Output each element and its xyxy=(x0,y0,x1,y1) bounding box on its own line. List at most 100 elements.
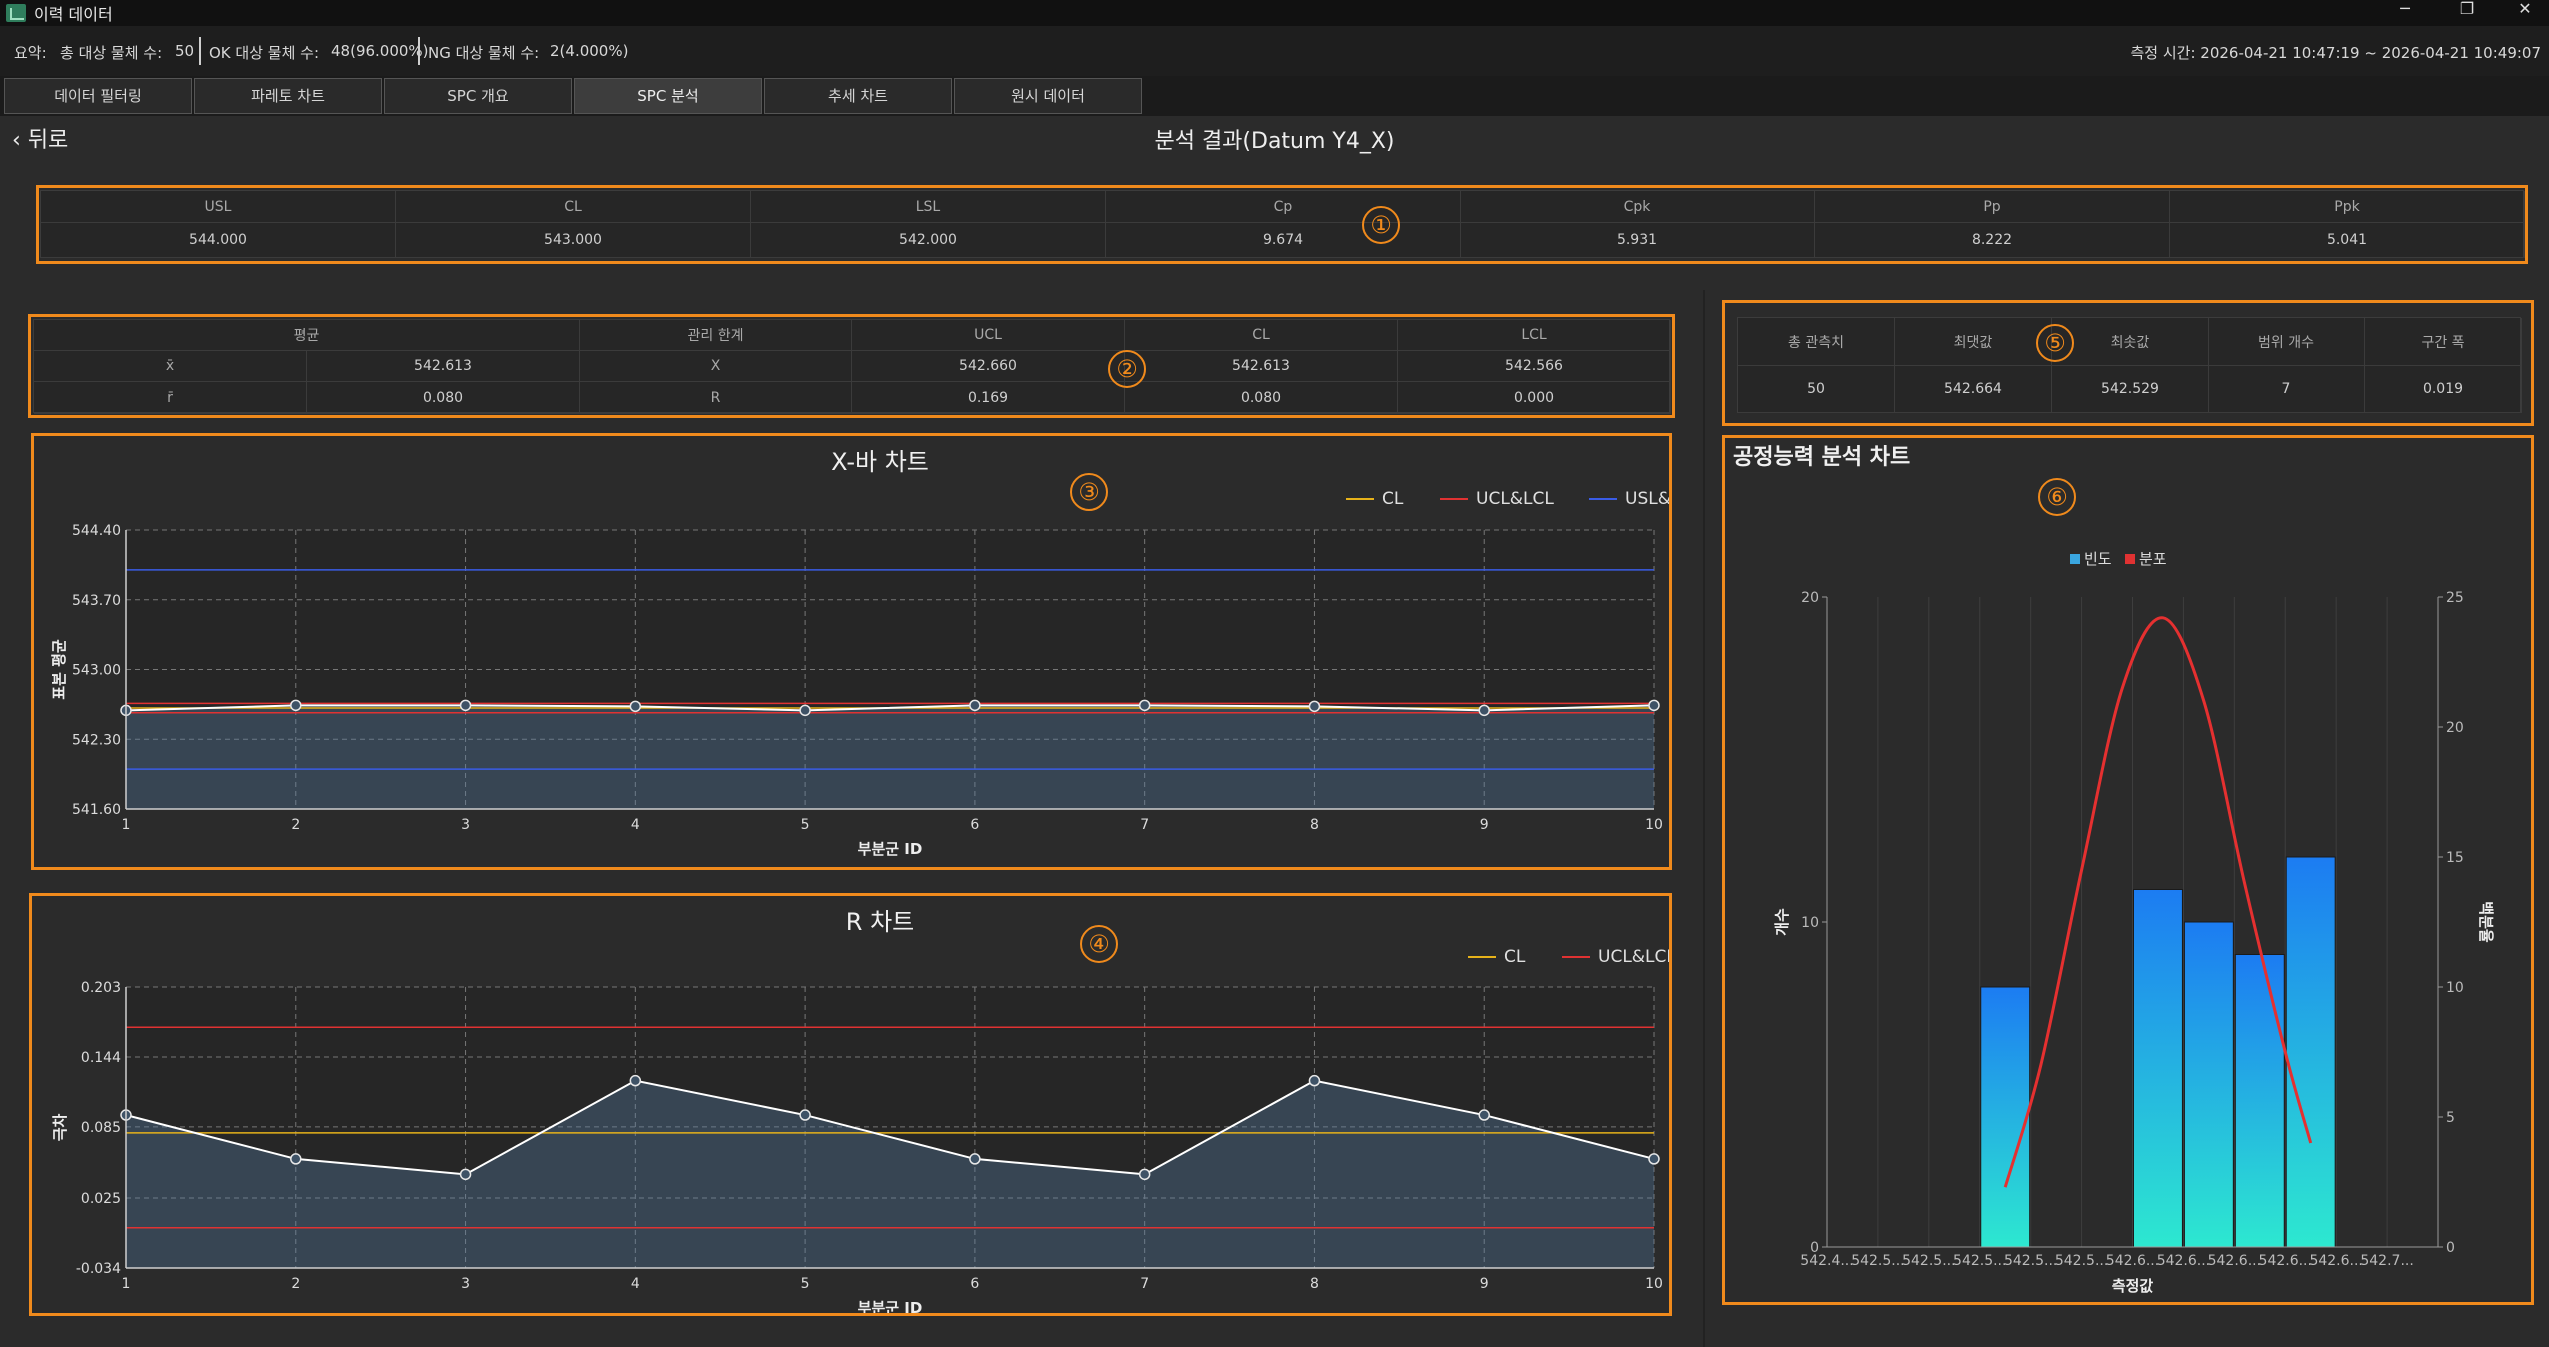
y2-tick-label: 0 xyxy=(2446,1240,2455,1256)
y2-tick-label: 20 xyxy=(2446,720,2464,736)
x-axis-label: 측정값 xyxy=(2112,1277,2154,1295)
data-point xyxy=(629,1074,642,1087)
data-point xyxy=(1138,699,1151,712)
title-bar: 이력 데이터 ─ ❐ ✕ xyxy=(0,0,2549,26)
stats-value: 7 xyxy=(2208,366,2365,413)
control-cell-ucl: 542.660 xyxy=(852,351,1125,382)
x-tick-label: 542.6... xyxy=(2208,1253,2261,1269)
legend-label: 분포 xyxy=(2139,550,2167,568)
capability-header: USL xyxy=(41,191,396,223)
y-tick-label: -0.034 xyxy=(76,1261,121,1277)
y-tick-label: 541.60 xyxy=(72,802,121,818)
histogram-bar xyxy=(1980,986,2031,1248)
data-point xyxy=(969,699,981,712)
capability-header: Pp xyxy=(1815,191,2170,223)
x-tick-label: 3 xyxy=(461,817,470,833)
x-tick-label: 1 xyxy=(122,817,131,833)
stats-value: 50 xyxy=(1738,366,1895,413)
tab-data-filtering[interactable]: 데이터 필터링 xyxy=(4,78,192,114)
summary-bar: 요약: 총 대상 물체 수: 50 OK 대상 물체 수: 48(96.000%… xyxy=(0,26,2549,76)
x-tick-label: 542.5... xyxy=(1851,1253,1904,1269)
capability-value: 9.674 xyxy=(1106,223,1461,258)
capability-value: 5.931 xyxy=(1460,223,1815,258)
control-cell-lcl: 0.000 xyxy=(1398,382,1671,414)
chart-title: 공정능력 분석 차트 xyxy=(1733,445,1910,470)
lcl-header: LCL xyxy=(1398,320,1671,351)
capability-value: 5.041 xyxy=(2170,223,2525,258)
capability-value: 544.000 xyxy=(41,223,396,258)
tab-spc-analysis[interactable]: SPC 분석 xyxy=(574,78,762,114)
data-point xyxy=(1478,1109,1490,1121)
mean-header: 평균 xyxy=(34,320,580,351)
tab-raw-data[interactable]: 원시 데이터 xyxy=(954,78,1142,114)
x-tick-label: 8 xyxy=(1310,817,1319,833)
x-tick-label: 542.5... xyxy=(2055,1253,2108,1269)
y-tick-label: 0.203 xyxy=(81,980,121,996)
marker-6: ⑥ xyxy=(2038,478,2076,516)
x-tick-label: 542.5... xyxy=(1953,1253,2006,1269)
limit-header: 관리 한계 xyxy=(580,320,852,351)
summary-separator xyxy=(418,37,420,65)
stats-header: 구간 폭 xyxy=(2365,318,2522,366)
data-point xyxy=(459,699,472,712)
stats-value: 0.019 xyxy=(2365,366,2522,413)
x-tick-label: 10 xyxy=(1645,1276,1663,1292)
y2-tick-label: 15 xyxy=(2446,850,2464,866)
data-point xyxy=(1648,699,1660,712)
marker-2: ② xyxy=(1108,350,1146,388)
y-tick-label: 20 xyxy=(1801,590,1819,606)
tab-spc-overview[interactable]: SPC 개요 xyxy=(384,78,572,114)
data-point xyxy=(1308,1074,1321,1087)
y-tick-label: 543.70 xyxy=(72,593,121,609)
capability-header: LSL xyxy=(751,191,1106,223)
x-tick-label: 7 xyxy=(1140,817,1149,833)
x-tick-label: 542.5... xyxy=(2004,1253,2057,1269)
tab-bar: 데이터 필터링 파레토 차트 SPC 개요 SPC 분석 추세 차트 원시 데이… xyxy=(0,76,2549,116)
minimize-button[interactable]: ─ xyxy=(2385,0,2425,20)
x-tick-label: 4 xyxy=(631,817,640,833)
y-axis-label: 극차 xyxy=(51,1114,69,1142)
tab-pareto-chart[interactable]: 파레토 차트 xyxy=(194,78,382,114)
x-tick-label: 7 xyxy=(1140,1276,1149,1292)
histogram-bar xyxy=(2133,889,2183,1248)
y-axis-label: 표본 평균 xyxy=(50,639,68,700)
tab-trend-chart[interactable]: 추세 차트 xyxy=(764,78,952,114)
capability-chart: 공정능력 분석 차트빈도 분포542.4...542.5...542.5...54… xyxy=(1733,445,2495,1295)
control-cell-name: R xyxy=(580,382,852,414)
legend-label: UCL&LCL xyxy=(1598,947,1669,967)
ng-value: 2(4.000%) xyxy=(550,42,629,60)
x-axis-label: 부분군 ID xyxy=(858,840,923,858)
r-chart-section: R 차트 CL UCL&LCL -0.034 0.025 0.085 0.144 0.203 1… xyxy=(29,893,1672,1316)
x-tick-label: 1 xyxy=(122,1276,131,1292)
x-tick-label: 4 xyxy=(631,1276,640,1292)
x-tick-label: 9 xyxy=(1480,817,1489,833)
x-tick-label: 6 xyxy=(970,1276,979,1292)
x-tick-label: 542.6... xyxy=(2157,1253,2210,1269)
control-limits-table: 평균 관리 한계 UCL CL LCL x̄ 542.613 X 542.660 542.613 5… xyxy=(33,319,1671,414)
stats-header: 최솟값 xyxy=(2052,318,2209,366)
stats-table: 총 관측치 50 최댓값 542.664 최솟값 542.529 범위 개수 7 구간 폭 0.0… xyxy=(1737,317,2522,413)
y-axis-label: 개수 xyxy=(1773,908,1791,936)
close-button[interactable]: ✕ xyxy=(2505,0,2545,20)
data-point xyxy=(1648,1153,1660,1165)
maximize-button[interactable]: ❐ xyxy=(2447,0,2487,20)
legend-label: CL xyxy=(1504,947,1526,967)
summary-prefix: 요약: xyxy=(14,44,47,62)
legend-label: USL&LSL xyxy=(1625,489,1669,509)
data-point xyxy=(290,699,302,712)
x-tick-label: 542.5... xyxy=(1902,1253,1955,1269)
x-tick-label: 5 xyxy=(801,1276,810,1292)
marker-4: ④ xyxy=(1080,925,1118,963)
y2-axis-label: 백분율 xyxy=(2477,901,2495,943)
marker-1: ① xyxy=(1362,206,1400,244)
data-point xyxy=(799,704,811,717)
stats-header: 범위 개수 xyxy=(2208,318,2365,366)
xbar-chart-section: X-바 차트 CL UCL&LCL USL&LSL 541.60 542.30 543.00… xyxy=(31,433,1672,870)
data-point xyxy=(629,700,642,713)
x-tick-label: 542.6... xyxy=(2106,1253,2159,1269)
x-tick-label: 5 xyxy=(801,817,810,833)
control-cell-name: X xyxy=(580,351,852,382)
control-cell-cl: 0.080 xyxy=(1125,382,1398,414)
stats-header: 최댓값 xyxy=(1895,318,2052,366)
total-label: 총 대상 물체 수: xyxy=(60,44,163,62)
